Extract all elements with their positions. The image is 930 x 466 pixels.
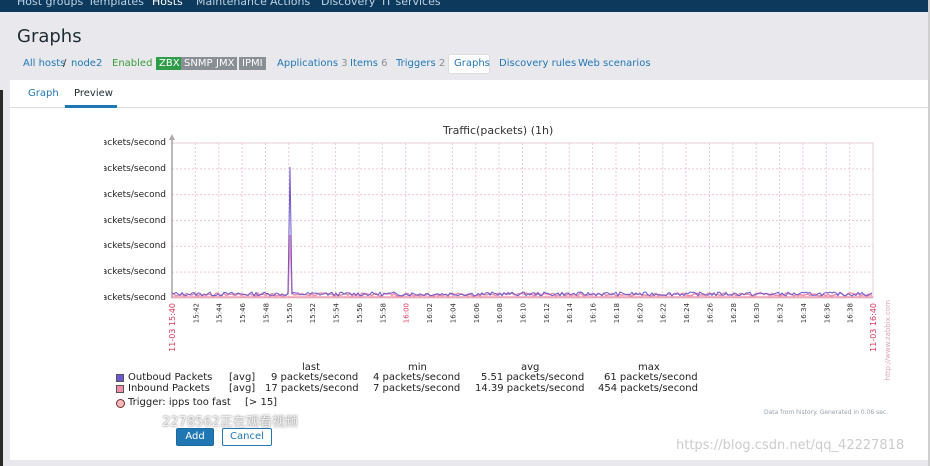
x-tick-label: 16:22 <box>660 303 668 323</box>
x-end-label: 11-03 16:40 <box>869 303 878 352</box>
legend-outbound-func: [avg] <box>229 372 256 383</box>
x-tick-label: 16:12 <box>543 303 551 323</box>
x-tick-label: 15:56 <box>356 302 364 323</box>
legend-outbound-max: 61 packets/second <box>604 372 698 383</box>
x-tick-label: 15:52 <box>309 303 317 323</box>
x-tick-label: 16:04 <box>449 302 457 323</box>
zabbix-url-note: http://www.zabbix.com <box>884 300 892 381</box>
x-tick-label: 15:48 <box>262 303 270 323</box>
legend-outbound-last: 9 packets/second <box>271 372 359 383</box>
x-tick-label: 16:10 <box>520 303 528 323</box>
legend-swatch-outbound <box>116 374 124 382</box>
x-tick-label: 16:24 <box>683 302 691 323</box>
x-tick-label: 16:32 <box>777 303 785 323</box>
legend-inbound-min: 7 packets/second <box>373 383 461 394</box>
site-watermark: https://blog.csdn.net/qq_42227818 <box>676 438 905 453</box>
x-tick-label: 16:08 <box>496 303 504 323</box>
x-tick-label: 16:28 <box>730 303 738 323</box>
x-tick-label: 16:36 <box>823 302 831 323</box>
trigger-label: Trigger: ipps too fast <box>128 397 231 408</box>
trigger-indicator-icon <box>116 399 125 408</box>
legend-inbound-name: Inbound Packets <box>128 383 210 394</box>
x-tick-label: 16:38 <box>847 303 855 323</box>
generation-note: Data from history. Generated in 0.06 sec… <box>764 409 889 416</box>
x-tick-label: 15:54 <box>333 302 341 323</box>
legend-outbound-avg: 5.51 packets/second <box>481 372 585 383</box>
add-button[interactable]: Add <box>176 428 214 446</box>
x-tick-label: 16:06 <box>473 302 481 323</box>
x-tick-label: 16:30 <box>753 303 761 323</box>
legend-outbound-min: 4 packets/second <box>373 372 461 383</box>
cancel-button[interactable]: Cancel <box>222 428 272 446</box>
x-start-label: 11-03 15:40 <box>168 303 177 352</box>
x-tick-label: 16:16 <box>590 302 598 323</box>
y-axis-arrow <box>169 134 175 140</box>
x-tick-label: 15:42 <box>192 303 200 323</box>
legend-inbound-avg: 14.39 packets/second <box>475 383 585 394</box>
x-tick-label: 16:34 <box>800 302 808 323</box>
legend-inbound-max: 454 packets/second <box>598 383 698 394</box>
legend-inbound-func: [avg] <box>229 383 256 394</box>
x-tick-label: 16:20 <box>636 303 644 323</box>
legend-inbound-last: 17 packets/second <box>265 383 359 394</box>
x-tick-label: 15:46 <box>239 302 247 323</box>
x-tick-label: 16:26 <box>706 302 714 323</box>
x-tick-label: 16:00 <box>403 303 411 323</box>
x-tick-label: 15:50 <box>286 303 294 323</box>
x-tick-label: 16:18 <box>613 303 621 323</box>
legend-swatch-inbound <box>116 385 124 393</box>
x-tick-label: 15:58 <box>379 303 387 323</box>
legend-outbound-name: Outboud Packets <box>128 372 213 383</box>
trigger-threshold: [> 15] <box>245 397 278 408</box>
x-tick-label: 16:14 <box>566 302 574 323</box>
x-tick-label: 16:02 <box>426 303 434 323</box>
x-tick-label: 15:44 <box>216 302 224 323</box>
window-left-edge <box>0 90 3 466</box>
